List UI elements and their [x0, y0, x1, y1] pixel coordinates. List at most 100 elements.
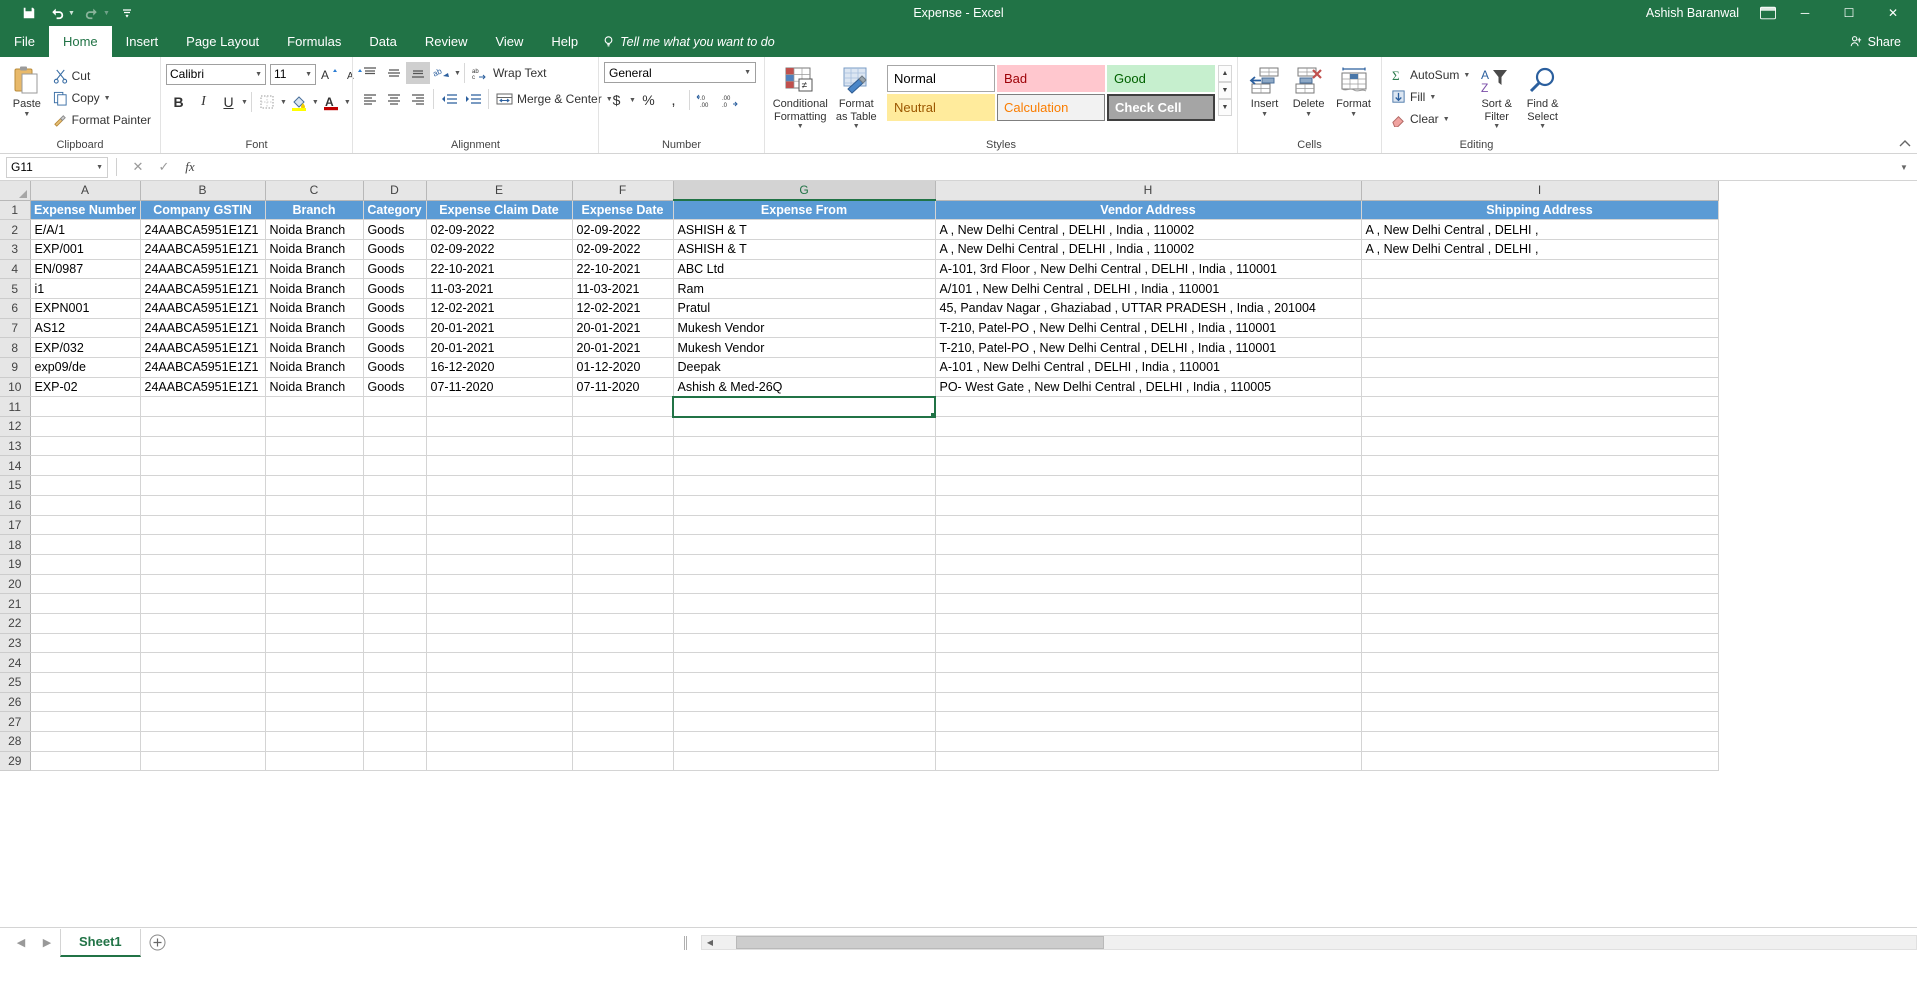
- row-header-5[interactable]: 5: [0, 278, 31, 299]
- cell-d16[interactable]: [363, 495, 427, 516]
- cell-c8[interactable]: Noida Branch: [265, 337, 364, 358]
- column-header-d[interactable]: D: [363, 181, 427, 201]
- cell-c18[interactable]: [265, 534, 364, 555]
- cell-d7[interactable]: Goods: [363, 318, 427, 339]
- row-header-3[interactable]: 3: [0, 239, 31, 260]
- cell-a19[interactable]: [30, 554, 141, 575]
- cell-h18[interactable]: [935, 534, 1362, 555]
- select-all-corner[interactable]: [0, 181, 31, 201]
- row-header-25[interactable]: 25: [0, 672, 31, 693]
- cell-e28[interactable]: [426, 731, 573, 752]
- table-row[interactable]: 23: [0, 633, 1719, 654]
- cell-f3[interactable]: 02-09-2022: [572, 239, 674, 260]
- format-as-table-caret-icon[interactable]: ▼: [853, 123, 860, 130]
- cell-i8[interactable]: [1361, 337, 1719, 358]
- row-header-12[interactable]: 12: [0, 416, 31, 437]
- delete-cells-caret-icon[interactable]: ▼: [1305, 111, 1312, 118]
- cell-f22[interactable]: [572, 613, 674, 634]
- cell-e13[interactable]: [426, 436, 573, 457]
- cell-b2[interactable]: 24AABCA5951E1Z1: [140, 219, 266, 240]
- minimize-button[interactable]: ─: [1783, 0, 1827, 26]
- clear-button[interactable]: Clear ▼: [1387, 108, 1474, 130]
- cell-e18[interactable]: [426, 534, 573, 555]
- cell-h8[interactable]: T-210, Patel-PO , New Delhi Central , DE…: [935, 337, 1362, 358]
- row-header-24[interactable]: 24: [0, 652, 31, 673]
- cell-style-calculation[interactable]: Calculation: [997, 94, 1105, 121]
- tab-formulas[interactable]: Formulas: [273, 26, 355, 57]
- cell-f10[interactable]: 07-11-2020: [572, 377, 674, 398]
- cell-a25[interactable]: [30, 672, 141, 693]
- cell-h14[interactable]: [935, 455, 1362, 477]
- cell-e20[interactable]: [426, 574, 573, 595]
- cell-e14[interactable]: [426, 455, 573, 477]
- row-header-18[interactable]: 18: [0, 534, 31, 555]
- cell-b16[interactable]: [140, 495, 266, 516]
- copy-caret-icon[interactable]: ▼: [104, 95, 111, 102]
- decrease-decimal-icon[interactable]: .0.00: [693, 88, 718, 112]
- cell-a24[interactable]: [30, 652, 141, 673]
- header-cell-b1[interactable]: Company GSTIN: [140, 200, 266, 221]
- table-row[interactable]: 9 exp09/de 24AABCA5951E1Z1 Noida Branch Good…: [0, 357, 1719, 378]
- cell-c9[interactable]: Noida Branch: [265, 357, 364, 378]
- cell-i7[interactable]: [1361, 318, 1719, 339]
- cell-i17[interactable]: [1361, 515, 1719, 536]
- table-row[interactable]: 24: [0, 652, 1719, 673]
- cell-c16[interactable]: [265, 495, 364, 516]
- cell-f9[interactable]: 01-12-2020: [572, 357, 674, 378]
- table-row[interactable]: 6 EXPN001 24AABCA5951E1Z1 Noida Branch Goods…: [0, 298, 1719, 319]
- cancel-entry-icon[interactable]: ✕: [125, 159, 151, 175]
- cell-a22[interactable]: [30, 613, 141, 634]
- cell-d13[interactable]: [363, 436, 427, 457]
- cell-h27[interactable]: [935, 711, 1362, 733]
- cell-g19[interactable]: [673, 554, 936, 575]
- header-cell-h1[interactable]: Vendor Address: [935, 200, 1362, 221]
- sort-filter-button[interactable]: AZ Sort & Filter ▼: [1474, 62, 1519, 132]
- cut-button[interactable]: Cut: [49, 65, 155, 87]
- cell-c13[interactable]: [265, 436, 364, 457]
- row-header-10[interactable]: 10: [0, 377, 31, 398]
- row-header-11[interactable]: 11: [0, 396, 31, 418]
- cell-g6[interactable]: Pratul: [673, 298, 936, 319]
- row-header-28[interactable]: 28: [0, 731, 31, 752]
- next-sheet-icon[interactable]: ▶: [34, 931, 60, 955]
- cell-b20[interactable]: [140, 574, 266, 595]
- cell-i19[interactable]: [1361, 554, 1719, 575]
- insert-cells-caret-icon[interactable]: ▼: [1261, 111, 1268, 118]
- cell-f24[interactable]: [572, 652, 674, 673]
- cell-i23[interactable]: [1361, 633, 1719, 654]
- cell-c2[interactable]: Noida Branch: [265, 219, 364, 240]
- ribbon-display-options-icon[interactable]: [1753, 0, 1783, 26]
- cell-c23[interactable]: [265, 633, 364, 654]
- table-row[interactable]: 19: [0, 554, 1719, 575]
- close-button[interactable]: ✕: [1871, 0, 1915, 26]
- cell-d22[interactable]: [363, 613, 427, 634]
- cell-i22[interactable]: [1361, 613, 1719, 634]
- cell-d12[interactable]: [363, 416, 427, 437]
- cell-h19[interactable]: [935, 554, 1362, 575]
- cell-e27[interactable]: [426, 711, 573, 733]
- maximize-button[interactable]: ☐: [1827, 0, 1871, 26]
- cell-i4[interactable]: [1361, 259, 1719, 280]
- increase-decimal-icon[interactable]: .00.0: [718, 88, 743, 112]
- cell-b25[interactable]: [140, 672, 266, 693]
- cell-f23[interactable]: [572, 633, 674, 654]
- cell-c12[interactable]: [265, 416, 364, 437]
- cell-b13[interactable]: [140, 436, 266, 457]
- cell-a11[interactable]: [30, 396, 141, 418]
- table-row[interactable]: 27: [0, 711, 1719, 733]
- table-row[interactable]: 20: [0, 574, 1719, 595]
- table-row[interactable]: 2 E/A/1 24AABCA5951E1Z1 Noida Branch Goods 02…: [0, 219, 1719, 240]
- wrap-text-button[interactable]: ab c Wrap Text: [468, 62, 551, 84]
- spreadsheet-grid[interactable]: A B C D E F G H I 1 Expense Number Compa…: [0, 181, 1917, 927]
- cell-h16[interactable]: [935, 495, 1362, 516]
- table-row[interactable]: 21: [0, 593, 1719, 614]
- cell-b19[interactable]: [140, 554, 266, 575]
- row-header-13[interactable]: 13: [0, 436, 31, 457]
- italic-button[interactable]: I: [191, 90, 216, 114]
- sort-filter-caret-icon[interactable]: ▼: [1493, 123, 1500, 130]
- cell-a20[interactable]: [30, 574, 141, 595]
- percent-style-icon[interactable]: %: [636, 88, 661, 112]
- cell-g13[interactable]: [673, 436, 936, 457]
- header-cell-c1[interactable]: Branch: [265, 200, 364, 221]
- cell-f12[interactable]: [572, 416, 674, 437]
